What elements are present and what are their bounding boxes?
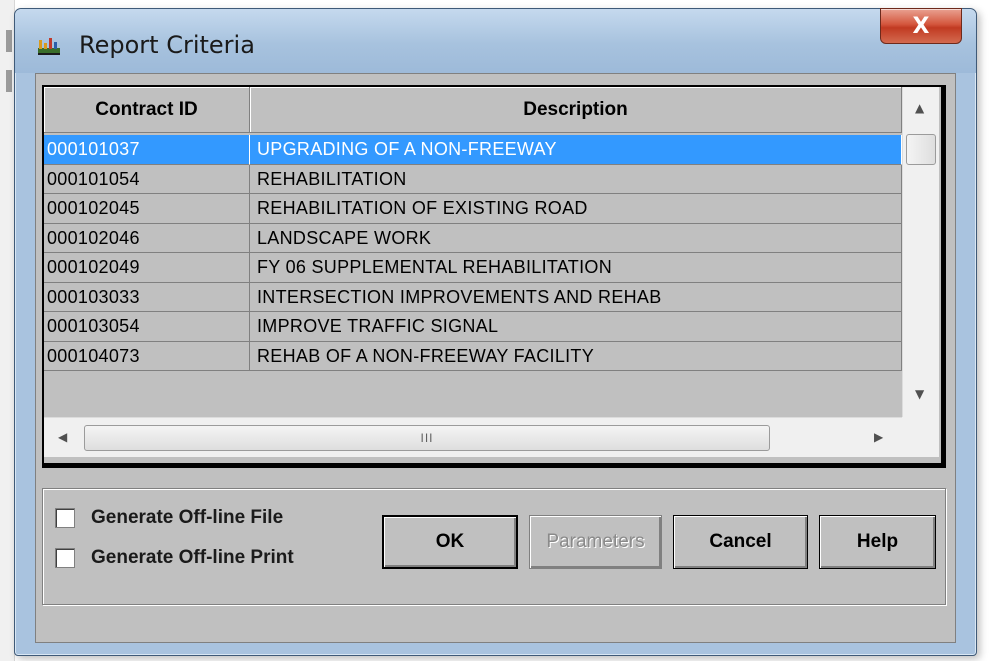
table-row[interactable]: 000104073 REHAB OF A NON-FREEWAY FACILIT… bbox=[44, 341, 902, 371]
description-cell: INTERSECTION IMPROVEMENTS AND REHAB bbox=[250, 282, 902, 312]
table-row[interactable]: 000103033 INTERSECTION IMPROVEMENTS AND … bbox=[44, 282, 902, 312]
scroll-grip: III bbox=[420, 431, 434, 445]
contract-id-cell: 000102049 bbox=[44, 253, 250, 283]
contract-id-cell: 000101037 bbox=[44, 135, 250, 165]
offline-print-checkbox[interactable] bbox=[55, 548, 75, 568]
contract-id-cell: 000102046 bbox=[44, 223, 250, 253]
close-icon: X bbox=[912, 13, 930, 39]
arrow-up-icon[interactable]: ▲ bbox=[915, 101, 924, 115]
table-row[interactable]: 000102045 REHABILITATION OF EXISTING ROA… bbox=[44, 194, 902, 224]
background-toolbar-grip bbox=[6, 70, 12, 92]
vertical-scrollbar[interactable]: ▲ ▼ bbox=[902, 87, 939, 417]
grid-rows: 000101037 UPGRADING OF A NON-FREEWAY 000… bbox=[44, 135, 902, 371]
description-cell: REHAB OF A NON-FREEWAY FACILITY bbox=[250, 341, 902, 371]
horizontal-scrollbar[interactable]: ◀ III ▶ bbox=[44, 417, 902, 457]
contract-id-cell: 000103033 bbox=[44, 282, 250, 312]
background-toolbar-grip bbox=[6, 30, 12, 52]
table-row[interactable]: 000102046 LANDSCAPE WORK bbox=[44, 223, 902, 253]
offline-print-option[interactable]: Generate Off-line Print bbox=[55, 547, 294, 569]
column-header-description[interactable]: Description bbox=[250, 87, 902, 133]
offline-file-checkbox[interactable] bbox=[55, 508, 75, 528]
scrollbar-corner bbox=[902, 417, 939, 457]
contract-id-cell: 000101054 bbox=[44, 164, 250, 194]
description-cell: FY 06 SUPPLEMENTAL REHABILITATION bbox=[250, 253, 902, 283]
report-app-icon bbox=[38, 38, 60, 55]
contracts-grid[interactable]: Contract ID Description 000101037 UPGRAD… bbox=[42, 85, 946, 468]
cancel-button[interactable]: Cancel bbox=[673, 515, 808, 569]
arrow-down-icon[interactable]: ▼ bbox=[915, 387, 924, 401]
vertical-scroll-thumb[interactable] bbox=[906, 134, 936, 165]
parameters-button[interactable]: Parameters bbox=[529, 515, 662, 569]
column-header-contract-id[interactable]: Contract ID bbox=[44, 87, 250, 133]
description-cell: REHABILITATION bbox=[250, 164, 902, 194]
description-cell: LANDSCAPE WORK bbox=[250, 223, 902, 253]
table-row[interactable]: 000101037 UPGRADING OF A NON-FREEWAY bbox=[44, 135, 902, 165]
report-criteria-dialog: Report Criteria X Contract ID Descriptio… bbox=[14, 8, 977, 656]
horizontal-scroll-thumb[interactable]: III bbox=[84, 425, 770, 451]
dialog-client-area: Contract ID Description 000101037 UPGRAD… bbox=[35, 73, 956, 643]
title-bar[interactable]: Report Criteria X bbox=[15, 8, 976, 73]
arrow-right-icon[interactable]: ▶ bbox=[874, 430, 883, 444]
description-cell: REHABILITATION OF EXISTING ROAD bbox=[250, 194, 902, 224]
contract-id-cell: 000103054 bbox=[44, 312, 250, 342]
arrow-left-icon[interactable]: ◀ bbox=[58, 430, 67, 444]
background-window-edge bbox=[0, 0, 15, 661]
offline-file-label[interactable]: Generate Off-line File bbox=[91, 507, 283, 529]
dialog-title: Report Criteria bbox=[79, 31, 255, 59]
description-cell: UPGRADING OF A NON-FREEWAY bbox=[250, 135, 902, 165]
table-row[interactable]: 000102049 FY 06 SUPPLEMENTAL REHABILITAT… bbox=[44, 253, 902, 283]
offline-print-label[interactable]: Generate Off-line Print bbox=[91, 547, 294, 569]
options-group: Generate Off-line File Generate Off-line… bbox=[42, 488, 946, 605]
close-button[interactable]: X bbox=[880, 8, 962, 44]
table-row[interactable]: 000103054 IMPROVE TRAFFIC SIGNAL bbox=[44, 312, 902, 342]
contract-id-cell: 000104073 bbox=[44, 341, 250, 371]
grid-header: Contract ID Description bbox=[44, 87, 902, 133]
ok-button[interactable]: OK bbox=[382, 515, 518, 569]
help-button[interactable]: Help bbox=[819, 515, 936, 569]
contract-id-cell: 000102045 bbox=[44, 194, 250, 224]
description-cell: IMPROVE TRAFFIC SIGNAL bbox=[250, 312, 902, 342]
table-row[interactable]: 000101054 REHABILITATION bbox=[44, 164, 902, 194]
offline-file-option[interactable]: Generate Off-line File bbox=[55, 507, 283, 529]
